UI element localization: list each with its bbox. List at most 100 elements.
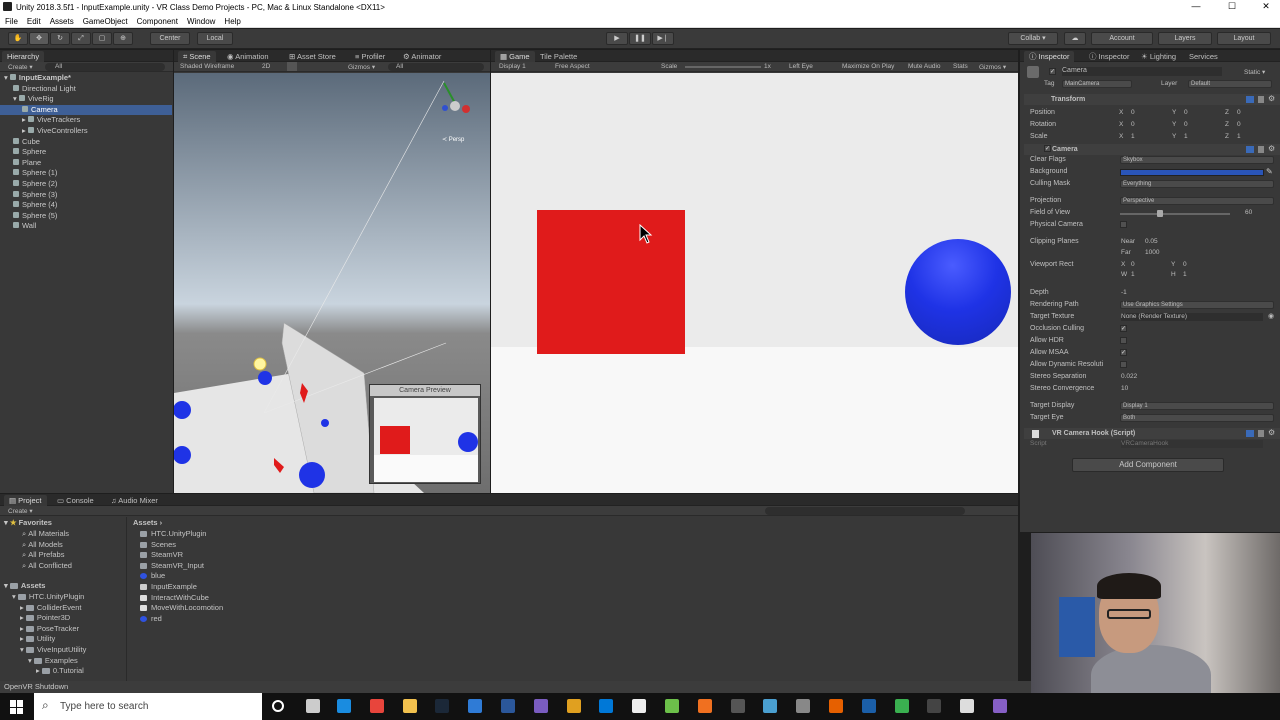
- asset-item[interactable]: SteamVR: [140, 550, 183, 559]
- scene-search-input[interactable]: All: [388, 63, 484, 71]
- hierarchy-item[interactable]: Sphere (3): [0, 190, 172, 201]
- rect-tool-icon[interactable]: ▢: [92, 32, 112, 45]
- task-view-icon[interactable]: [306, 699, 320, 713]
- network-icon[interactable]: [763, 699, 778, 713]
- calculator-icon[interactable]: [730, 699, 745, 713]
- favorites-header[interactable]: ▾ ★ Favorites: [4, 518, 52, 527]
- minimize-button[interactable]: —: [1186, 1, 1206, 11]
- tab-inspector[interactable]: ⓘ Inspector: [1024, 51, 1075, 62]
- hierarchy-item[interactable]: Camera: [0, 104, 172, 116]
- visual-studio-icon[interactable]: [993, 699, 1007, 713]
- expand-arrow-icon[interactable]: ▸: [22, 115, 28, 124]
- unity-icon[interactable]: [960, 699, 975, 713]
- expand-arrow-icon[interactable]: ▾: [12, 592, 18, 601]
- favorite-item[interactable]: ⌕ All Materials: [22, 529, 69, 539]
- menu-window[interactable]: Window: [182, 15, 219, 26]
- pause-button[interactable]: ❚❚: [629, 32, 651, 45]
- asset-item[interactable]: blue: [140, 571, 165, 580]
- asset-item[interactable]: MoveWithLocomotion: [140, 603, 223, 612]
- tab-audio-mixer[interactable]: ♫ Audio Mixer: [106, 495, 163, 506]
- vr-icon[interactable]: [796, 699, 811, 713]
- hierarchy-item[interactable]: Wall: [0, 221, 172, 232]
- shading-mode-dropdown[interactable]: Shaded Wireframe: [180, 63, 234, 70]
- menu-file[interactable]: File: [0, 15, 22, 26]
- lock-icon[interactable]: [566, 699, 581, 713]
- light-toggle-icon[interactable]: [287, 62, 297, 71]
- play-button[interactable]: ▶: [606, 32, 628, 45]
- asset-item[interactable]: InputExample: [140, 582, 197, 591]
- orientation-gizmo[interactable]: [450, 101, 460, 111]
- tab-inspector-2[interactable]: ⓘ Inspector: [1084, 51, 1134, 62]
- maximize-button[interactable]: ☐: [1222, 1, 1242, 12]
- hierarchy-item[interactable]: Sphere (2): [0, 179, 172, 190]
- tab-animator[interactable]: ⚙ Animator: [398, 51, 446, 62]
- asset-item[interactable]: InteractWithCube: [140, 593, 209, 602]
- unity-hub-icon[interactable]: [533, 699, 548, 713]
- menu-gameobject[interactable]: GameObject: [78, 15, 132, 26]
- project-create-button[interactable]: Create ▾: [8, 507, 33, 515]
- explorer-icon[interactable]: [402, 699, 417, 713]
- asset-tree-item[interactable]: ▸ PoseTracker: [20, 624, 79, 633]
- firefox-icon[interactable]: [829, 699, 843, 713]
- game-cube[interactable]: [537, 210, 685, 354]
- expand-arrow-icon[interactable]: ▸: [20, 624, 26, 633]
- asset-tree-item[interactable]: ▸ ColliderEvent: [20, 603, 81, 612]
- word-icon[interactable]: [501, 699, 515, 713]
- tab-console[interactable]: ▭ Console: [52, 495, 99, 506]
- vscode-blue-icon[interactable]: [468, 699, 483, 713]
- favorite-item[interactable]: ⌕ All Conflicted: [22, 561, 72, 571]
- asset-tree-item[interactable]: ▾ ViveInputUtility: [20, 645, 86, 654]
- scene-sphere[interactable]: [299, 462, 325, 488]
- tab-tile-palette[interactable]: Tile Palette: [535, 51, 582, 62]
- github-icon[interactable]: [632, 699, 647, 713]
- move-tool-icon[interactable]: ✥: [29, 32, 49, 45]
- android-icon[interactable]: [665, 699, 679, 713]
- asset-item[interactable]: Scenes: [140, 540, 176, 549]
- hand-tool-icon[interactable]: ✋: [8, 32, 28, 45]
- green-icon[interactable]: [894, 699, 909, 713]
- scale-tool-icon[interactable]: ⤢: [71, 32, 91, 45]
- hierarchy-item[interactable]: Sphere: [0, 147, 172, 158]
- hierarchy-search-input[interactable]: All: [45, 63, 165, 71]
- hierarchy-item[interactable]: Sphere (4): [0, 200, 172, 211]
- store-icon[interactable]: [599, 699, 614, 713]
- cloud-icon[interactable]: ☁: [1064, 32, 1086, 45]
- project-search-input[interactable]: [765, 507, 965, 515]
- rotate-tool-icon[interactable]: ↻: [50, 32, 70, 45]
- hierarchy-item[interactable]: ▸ ViveControllers: [0, 126, 172, 137]
- asset-tree-item[interactable]: ▸ Utility: [20, 634, 55, 643]
- close-button[interactable]: ✕: [1256, 1, 1276, 12]
- tab-profiler[interactable]: ≡ Profiler: [350, 51, 390, 62]
- scene-gizmos-dropdown[interactable]: Gizmos ▾: [348, 63, 375, 71]
- steamvr-icon[interactable]: [861, 699, 876, 713]
- expand-arrow-icon[interactable]: ▾: [28, 656, 34, 665]
- aspect-dropdown[interactable]: Free Aspect: [555, 63, 590, 70]
- gizmo-z-axis[interactable]: [442, 105, 448, 111]
- scene-sphere[interactable]: [321, 419, 329, 427]
- eye-dropdown[interactable]: Left Eye: [789, 63, 813, 70]
- expand-arrow-icon[interactable]: ▾: [20, 645, 26, 654]
- hierarchy-item[interactable]: Directional Light: [0, 84, 172, 95]
- edge-icon[interactable]: [337, 699, 351, 713]
- hierarchy-item[interactable]: ▸ ViveTrackers: [0, 115, 172, 126]
- tab-animation[interactable]: ◉ Animation: [222, 51, 274, 62]
- expand-arrow-icon[interactable]: ▸: [20, 603, 26, 612]
- menu-edit[interactable]: Edit: [22, 15, 45, 26]
- hierarchy-item[interactable]: Sphere (1): [0, 168, 172, 179]
- expand-arrow-icon[interactable]: ▸: [22, 126, 28, 135]
- gizmo-x-axis[interactable]: [462, 105, 470, 113]
- flame-icon[interactable]: [697, 699, 712, 713]
- hierarchy-item[interactable]: Plane: [0, 158, 172, 169]
- expand-arrow-icon[interactable]: ▾: [13, 94, 19, 103]
- persp-label[interactable]: ≺ Persp: [442, 137, 465, 143]
- favorite-item[interactable]: ⌕ All Prefabs: [22, 550, 64, 560]
- directional-light-icon[interactable]: [253, 357, 267, 371]
- pivot-center-button[interactable]: Center: [150, 32, 190, 45]
- windows-start-icon[interactable]: [10, 700, 24, 714]
- layout-dropdown[interactable]: Layout: [1217, 32, 1271, 45]
- collab-dropdown[interactable]: Collab ▾: [1008, 32, 1058, 45]
- tab-services[interactable]: Services: [1184, 51, 1223, 62]
- game-gizmos-dropdown[interactable]: Gizmos ▾: [979, 63, 1006, 71]
- expand-arrow-icon[interactable]: ▾: [4, 73, 10, 82]
- taskbar-search-box[interactable]: ⌕ Type here to search: [34, 693, 262, 720]
